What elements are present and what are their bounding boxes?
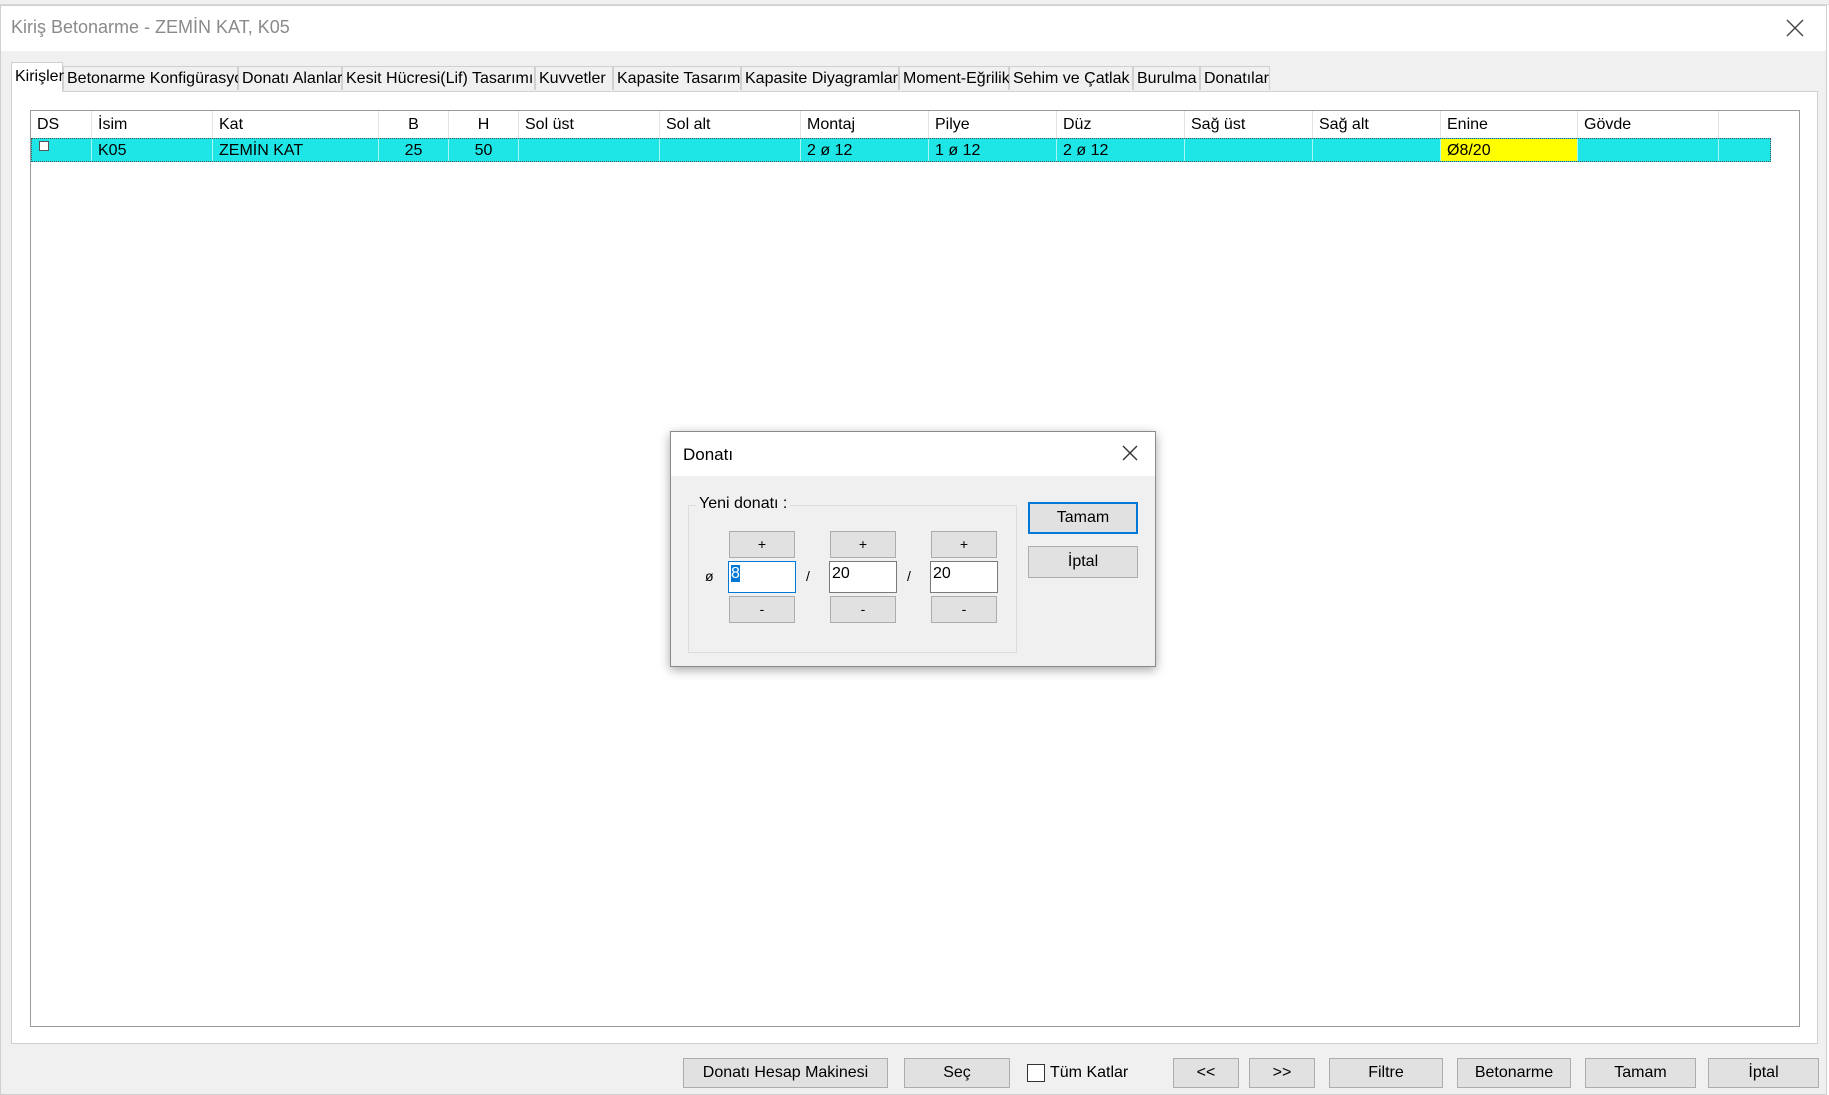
cell-sag-alt[interactable] xyxy=(1313,139,1441,161)
donati-hesap-makinesi-button[interactable]: Donatı Hesap Makinesi xyxy=(683,1058,888,1088)
spacing2-input[interactable]: 20 xyxy=(930,561,998,593)
phi-symbol: ø xyxy=(705,568,714,584)
diameter-value: 8 xyxy=(731,565,740,582)
dialog-close-icon[interactable] xyxy=(1115,438,1145,468)
tab-kesit-hucresi[interactable]: Kesit Hücresi(Lif) Tasarımı xyxy=(342,66,535,90)
column-header-montaj[interactable]: Montaj xyxy=(801,111,929,138)
tab-sehim-ve-catlak[interactable]: Sehim ve Çatlak xyxy=(1009,66,1133,90)
sec-button[interactable]: Seç xyxy=(904,1058,1010,1088)
tum-katlar-label: Tüm Katlar xyxy=(1050,1064,1129,1081)
separator-slash: / xyxy=(907,568,911,584)
diameter-increment-button[interactable]: + xyxy=(729,531,795,558)
column-header-kat[interactable]: Kat xyxy=(213,111,379,138)
tum-katlar-checkbox[interactable]: Tüm Katlar xyxy=(1027,1062,1128,1084)
cell-sag-ust[interactable] xyxy=(1185,139,1313,161)
column-header-sol-alt[interactable]: Sol alt xyxy=(660,111,801,138)
column-header-sag-alt[interactable]: Sağ alt xyxy=(1313,111,1441,138)
column-header-pilye[interactable]: Pilye xyxy=(929,111,1057,138)
grid-header: DS İsim Kat B H Sol üst Sol alt Montaj P… xyxy=(31,111,1771,138)
spacing1-decrement-button[interactable]: - xyxy=(830,596,896,623)
dialog-title: Donatı xyxy=(683,445,734,464)
tab-kapasite-tasarimi[interactable]: Kapasite Tasarımı xyxy=(613,66,745,90)
cell-sol-alt[interactable] xyxy=(660,139,801,161)
spacing1-input[interactable]: 20 xyxy=(829,561,897,593)
table-row[interactable]: K05 ZEMİN KAT 25 50 2 ø 12 1 ø 12 2 ø 12… xyxy=(31,138,1771,162)
cell-enine[interactable]: Ø8/20 xyxy=(1441,139,1578,161)
column-header-duz[interactable]: Düz xyxy=(1057,111,1185,138)
cell-govde[interactable] xyxy=(1578,139,1719,161)
close-icon[interactable] xyxy=(1778,12,1812,44)
filtre-button[interactable]: Filtre xyxy=(1329,1058,1443,1088)
column-header-sol-ust[interactable]: Sol üst xyxy=(519,111,660,138)
column-header-ds[interactable]: DS xyxy=(31,111,92,138)
cell-duz[interactable]: 2 ø 12 xyxy=(1057,139,1185,161)
cell-h[interactable]: 50 xyxy=(449,139,519,161)
tab-kuvvetler[interactable]: Kuvvetler xyxy=(535,66,613,90)
tab-moment-egrilik[interactable]: Moment-Eğrilik xyxy=(899,66,1010,90)
betonarme-button[interactable]: Betonarme xyxy=(1457,1058,1571,1088)
cell-b[interactable]: 25 xyxy=(379,139,449,161)
column-header-enine[interactable]: Enine xyxy=(1441,111,1578,138)
cell-montaj[interactable]: 2 ø 12 xyxy=(801,139,929,161)
separator-slash: / xyxy=(806,568,810,584)
next-button[interactable]: >> xyxy=(1249,1058,1315,1088)
column-header-sag-ust[interactable]: Sağ üst xyxy=(1185,111,1313,138)
ds-checkbox[interactable] xyxy=(39,141,49,151)
diameter-decrement-button[interactable]: - xyxy=(729,596,795,623)
cell-isim[interactable]: K05 xyxy=(92,139,213,161)
dialog-tamam-button[interactable]: Tamam xyxy=(1028,502,1138,534)
iptal-button[interactable]: İptal xyxy=(1708,1058,1819,1088)
previous-button[interactable]: << xyxy=(1173,1058,1239,1088)
title-bar: Kiriş Betonarme - ZEMİN KAT, K05 xyxy=(1,6,1826,51)
column-header-govde[interactable]: Gövde xyxy=(1578,111,1719,138)
dialog-iptal-button[interactable]: İptal xyxy=(1028,546,1138,578)
spacing1-increment-button[interactable]: + xyxy=(830,531,896,558)
cell-sol-ust[interactable] xyxy=(519,139,660,161)
tab-betonarme-konfigurasyonu[interactable]: Betonarme Konfigürasyonu xyxy=(63,66,261,90)
column-header-h[interactable]: H xyxy=(449,111,519,138)
spacing2-decrement-button[interactable]: - xyxy=(931,596,997,623)
diameter-input[interactable]: 8 xyxy=(728,561,796,593)
column-header-b[interactable]: B xyxy=(379,111,449,138)
new-rebar-label: Yeni donatı : xyxy=(696,495,791,513)
tab-kirisler[interactable]: Kirişler xyxy=(11,62,64,92)
checkbox-box[interactable] xyxy=(1027,1064,1045,1082)
cell-ds[interactable] xyxy=(32,139,92,161)
tab-donatilar[interactable]: Donatılar xyxy=(1200,66,1270,90)
tab-donati-alanlari[interactable]: Donatı Alanları xyxy=(238,66,347,90)
spacing2-increment-button[interactable]: + xyxy=(931,531,997,558)
cell-kat[interactable]: ZEMİN KAT xyxy=(213,139,379,161)
dialog-title-bar: Donatı xyxy=(671,432,1155,476)
column-header-isim[interactable]: İsim xyxy=(92,111,213,138)
cell-pilye[interactable]: 1 ø 12 xyxy=(929,139,1057,161)
window-title: Kiriş Betonarme - ZEMİN KAT, K05 xyxy=(11,17,290,37)
donati-dialog: Donatı Yeni donatı : + + + ø 8 / 20 / 20… xyxy=(670,431,1156,667)
tamam-button[interactable]: Tamam xyxy=(1585,1058,1696,1088)
tab-burulma[interactable]: Burulma xyxy=(1133,66,1200,90)
tab-kapasite-diyagramlari[interactable]: Kapasite Diyagramları xyxy=(741,66,902,90)
